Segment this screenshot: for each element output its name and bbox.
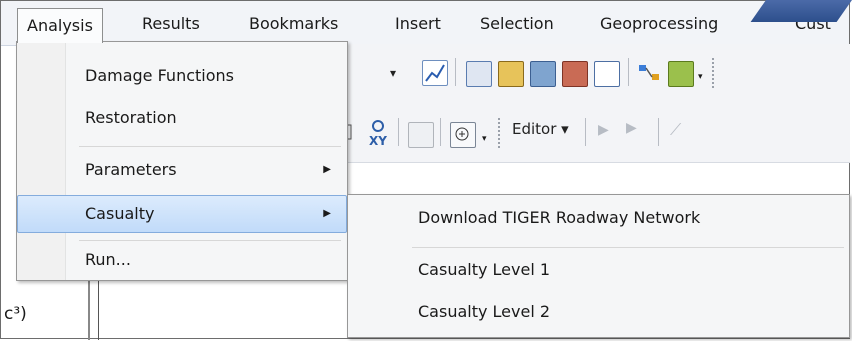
menu-geoprocessing[interactable]: Geoprocessing <box>592 9 726 39</box>
addin-icon[interactable] <box>668 61 694 87</box>
editor-menu-button[interactable]: Editor ▾ <box>512 120 569 138</box>
toolbar-separator <box>658 118 659 146</box>
straight-segment-icon[interactable]: ⟋ <box>670 120 681 140</box>
menu-insert[interactable]: Insert <box>387 9 449 39</box>
table-icon[interactable] <box>466 61 492 87</box>
menu-separator <box>79 146 341 147</box>
menu-item-damage-functions[interactable]: Damage Functions <box>19 58 345 94</box>
menu-item-label: Download TIGER Roadway Network <box>418 208 701 227</box>
toolbar-overflow-icon[interactable]: ▾ <box>482 134 487 144</box>
toolbar-standard: ▾ ▾ <box>340 44 850 105</box>
submenu-arrow-icon: ▶ <box>323 164 331 175</box>
time-slider-icon[interactable] <box>408 122 434 148</box>
submenu-arrow-icon: ▶ <box>323 208 331 219</box>
model-builder-icon[interactable] <box>637 61 661 85</box>
menu-item-label: Casualty Level 1 <box>418 260 551 279</box>
background-text-fragment: c³) <box>4 304 27 324</box>
menu-separator <box>79 240 341 241</box>
toolbar-grip[interactable] <box>498 118 503 148</box>
menu-analysis[interactable]: Analysis <box>17 8 103 43</box>
menu-item-label: Damage Functions <box>85 66 234 85</box>
menu-item-casualty[interactable]: Casualty ▶ <box>17 195 347 233</box>
zoom-in-icon[interactable] <box>450 122 476 148</box>
toolbar-separator <box>440 118 441 146</box>
title-bar-corner <box>750 0 852 22</box>
toolbox-icon[interactable] <box>562 61 588 87</box>
menu-selection[interactable]: Selection <box>472 9 562 39</box>
menu-bookmarks[interactable]: Bookmarks <box>241 9 346 39</box>
toolbar-separator <box>398 118 399 146</box>
menu-item-label: Run... <box>85 250 131 269</box>
goto-xy-icon[interactable]: XY <box>366 118 390 148</box>
menu-results[interactable]: Results <box>134 9 208 39</box>
menu-item-label: Restoration <box>85 108 177 127</box>
menu-bar: Analysis Results Bookmarks Insert Select… <box>1 1 849 46</box>
menu-item-run[interactable]: Run... <box>19 242 345 278</box>
menu-separator <box>412 247 844 248</box>
menu-item-casualty-level-2[interactable]: Casualty Level 2 <box>350 293 847 331</box>
menu-item-label: Casualty Level 2 <box>418 302 551 321</box>
menu-item-casualty-level-1[interactable]: Casualty Level 1 <box>350 251 847 289</box>
search-window-icon[interactable] <box>530 61 556 87</box>
toolbar-separator <box>585 118 586 146</box>
toolbar-tools: XY ▾ Editor ▾ ▶ ▶ ⟋ <box>336 104 850 163</box>
toolbar-overflow-icon[interactable]: ▾ <box>698 72 703 82</box>
graph-icon[interactable] <box>422 60 448 86</box>
analysis-dropdown-menu: Damage Functions Restoration Parameters … <box>16 41 348 281</box>
toolbar-separator <box>628 58 629 86</box>
svg-text:XY: XY <box>369 134 387 148</box>
toolbar-grip[interactable] <box>712 58 717 88</box>
combo-dropdown-arrow[interactable]: ▾ <box>390 66 396 80</box>
edit-tool-icon[interactable]: ▶ <box>598 122 609 138</box>
toolbar-separator <box>455 58 456 86</box>
menu-item-label: Parameters <box>85 160 177 179</box>
menu-item-download-tiger-roadway-network[interactable]: Download TIGER Roadway Network <box>350 199 847 237</box>
edit-annotation-icon[interactable]: ▶ <box>626 120 637 136</box>
menu-item-label: Casualty <box>85 204 155 223</box>
menu-item-restoration[interactable]: Restoration <box>19 100 345 136</box>
catalog-icon[interactable] <box>498 61 524 87</box>
menu-item-parameters[interactable]: Parameters ▶ <box>19 152 345 188</box>
casualty-submenu: Download TIGER Roadway Network Casualty … <box>347 194 850 338</box>
python-window-icon[interactable] <box>594 61 620 87</box>
